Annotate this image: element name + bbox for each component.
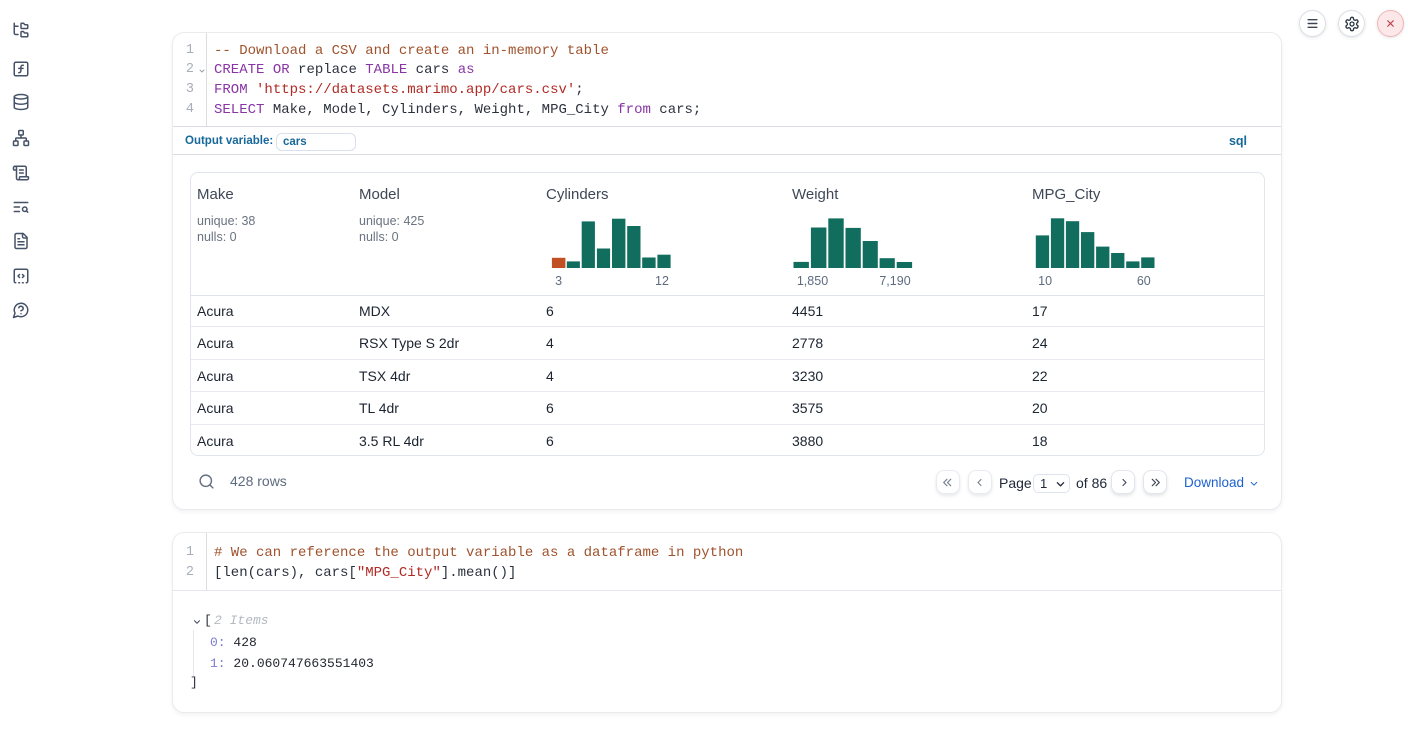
svg-text:12: 12 — [655, 274, 669, 288]
svg-text:10: 10 — [1038, 274, 1052, 288]
svg-text:3: 3 — [555, 274, 562, 288]
svg-text:60: 60 — [1137, 274, 1151, 288]
svg-text:7,190: 7,190 — [879, 274, 910, 288]
svg-text:1,850: 1,850 — [797, 274, 828, 288]
